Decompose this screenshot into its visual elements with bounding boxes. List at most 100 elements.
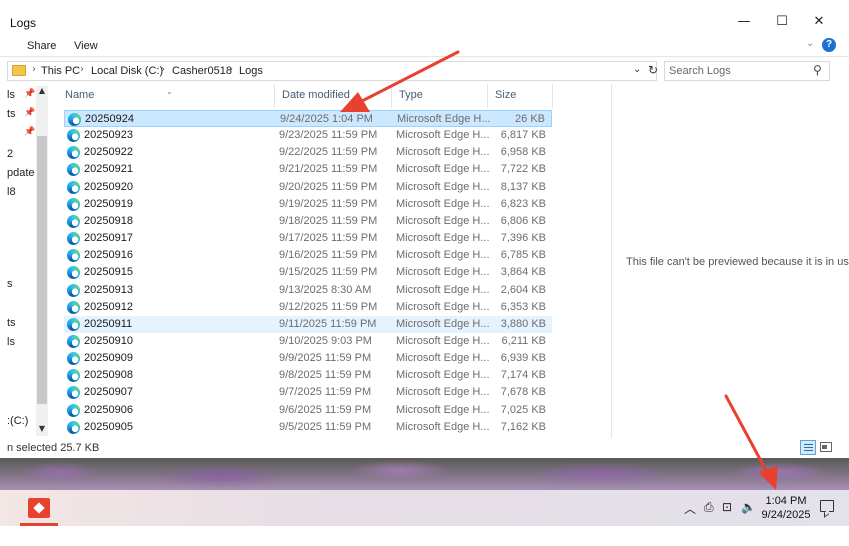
file-name: 20250918 [84, 214, 133, 227]
file-date-modified: 9/5/2025 11:59 PM [279, 420, 372, 433]
file-type: Microsoft Edge H... [396, 197, 490, 210]
scroll-up-icon[interactable]: ▲ [36, 86, 48, 98]
file-date-modified: 9/22/2025 11:59 PM [279, 146, 378, 159]
breadcrumb-this-pc[interactable]: This PC [41, 65, 80, 77]
file-type: Microsoft Edge H... [396, 146, 490, 159]
nav-item[interactable]: 2 [7, 148, 13, 160]
preview-message: This file can't be previewed because it … [626, 256, 849, 268]
file-row[interactable]: 20250917 9/17/2025 11:59 PM Microsoft Edge… [64, 230, 552, 247]
nav-item[interactable]: ls [7, 89, 15, 101]
nav-item[interactable]: s [7, 278, 13, 290]
tab-share[interactable]: Share [27, 40, 56, 52]
minimize-button[interactable]: — [729, 10, 759, 34]
file-name: 20250920 [84, 180, 133, 193]
chevron-right-icon[interactable]: › [161, 64, 165, 75]
chevron-right-icon[interactable]: › [32, 64, 36, 75]
chevron-up-icon[interactable]: ︿ [684, 500, 696, 517]
file-row[interactable]: 20250919 9/19/2025 11:59 PM Microsoft Edge… [64, 196, 552, 213]
maximize-button[interactable]: ☐ [767, 10, 797, 34]
search-box[interactable]: ⚲ [664, 61, 830, 81]
edge-html-icon [67, 266, 80, 280]
column-header-date[interactable]: Date modified [275, 84, 392, 108]
file-size: 7,174 KB [500, 369, 546, 382]
file-type: Microsoft Edge H... [396, 420, 490, 433]
file-type: Microsoft Edge H... [396, 163, 490, 176]
help-icon[interactable]: ? [822, 38, 836, 52]
details-view-icon[interactable] [800, 440, 816, 455]
file-row[interactable]: 20250910 9/10/2025 9:03 PM Microsoft Edge … [64, 333, 552, 350]
nav-item-local-disk[interactable]: :(C:) [7, 415, 28, 427]
file-date-modified: 9/9/2025 11:59 PM [279, 352, 372, 365]
network-icon[interactable]: ⊡ [722, 500, 732, 514]
file-date-modified: 9/21/2025 11:59 PM [279, 163, 378, 176]
search-input[interactable] [669, 64, 809, 78]
column-header-size[interactable]: Size [488, 84, 553, 108]
column-header-type[interactable]: Type [392, 84, 488, 108]
edge-html-icon [67, 180, 80, 194]
meet-now-icon[interactable]: ⎙ [704, 500, 714, 515]
refresh-icon[interactable]: ↻ [648, 63, 658, 77]
file-name: 20250922 [84, 146, 133, 159]
file-row[interactable]: 20250912 9/12/2025 11:59 PM Microsoft Edge… [64, 299, 552, 316]
file-type: Microsoft Edge H... [396, 266, 490, 279]
nav-item[interactable]: l8 [7, 186, 16, 198]
breadcrumb-local-disk[interactable]: Local Disk (C:) [91, 65, 163, 77]
edge-html-icon [67, 214, 80, 228]
breadcrumb-casher0518[interactable]: Casher0518 [172, 65, 232, 77]
app-icon[interactable] [28, 498, 50, 518]
chevron-right-icon[interactable]: › [229, 64, 233, 75]
file-date-modified: 9/11/2025 11:59 PM [279, 317, 377, 330]
file-size: 6,785 KB [500, 249, 546, 262]
file-date-modified: 9/7/2025 11:59 PM [279, 386, 372, 399]
file-row[interactable]: 20250911 9/11/2025 11:59 PM Microsoft Edge… [64, 315, 552, 333]
scroll-down-icon[interactable]: ▼ [36, 424, 48, 436]
edge-html-icon [67, 163, 80, 177]
file-date-modified: 9/6/2025 11:59 PM [279, 403, 372, 416]
ribbon: Share View ⌄ ? [0, 36, 849, 56]
file-row[interactable]: 20250908 9/8/2025 11:59 PM Microsoft Edge … [64, 367, 552, 384]
file-size: 6,817 KB [500, 129, 546, 142]
volume-icon[interactable]: 🔈 [741, 500, 756, 514]
large-icons-view-icon[interactable] [820, 442, 832, 452]
file-row[interactable]: 20250915 9/15/2025 11:59 PM Microsoft Edge… [64, 264, 552, 281]
notification-icon[interactable] [820, 500, 834, 512]
nav-item[interactable]: ls [7, 336, 15, 348]
file-row[interactable]: 20250923 9/23/2025 11:59 PM Microsoft Edge… [64, 127, 552, 144]
taskbar-clock[interactable]: 1:04 PM 9/24/2025 [758, 494, 814, 522]
close-button[interactable]: ✕ [804, 10, 834, 34]
file-row[interactable]: 20250918 9/18/2025 11:59 PM Microsoft Edge… [64, 213, 552, 230]
edge-html-icon [67, 420, 80, 434]
address-bar[interactable]: › This PC › Local Disk (C:) › Casher0518… [7, 61, 658, 81]
file-date-modified: 9/10/2025 9:03 PM [279, 334, 372, 347]
file-size: 3,880 KB [500, 317, 546, 330]
file-row[interactable]: 20250906 9/6/2025 11:59 PM Microsoft Edge … [64, 402, 552, 419]
chevron-down-icon[interactable]: ⌄ [633, 64, 641, 75]
search-icon[interactable]: ⚲ [813, 63, 822, 77]
file-type: Microsoft Edge H... [396, 129, 490, 142]
file-row[interactable]: 20250905 9/5/2025 11:59 PM Microsoft Edge … [64, 419, 552, 436]
file-row[interactable]: 20250922 9/22/2025 11:59 PM Microsoft Edge… [64, 144, 552, 161]
file-row[interactable]: 20250921 9/21/2025 11:59 PM Microsoft Edge… [64, 161, 552, 178]
column-header-name[interactable]: Name ⌄ [58, 84, 275, 108]
file-row[interactable]: 20250924 9/24/2025 1:04 PM Microsoft Edge … [64, 110, 552, 127]
file-row[interactable]: 20250907 9/7/2025 11:59 PM Microsoft Edge … [64, 384, 552, 401]
chevron-right-icon[interactable]: › [80, 64, 84, 75]
nav-scrollbar[interactable]: ▲ ▼ [36, 86, 48, 436]
file-date-modified: 9/23/2025 11:59 PM [279, 129, 378, 142]
tab-view[interactable]: View [74, 40, 98, 52]
file-name: 20250919 [84, 197, 133, 210]
status-bar: n selected 25.7 KB [0, 438, 849, 458]
scrollbar-thumb[interactable] [37, 136, 47, 404]
file-size: 7,722 KB [500, 163, 546, 176]
breadcrumb-logs[interactable]: Logs [239, 65, 263, 77]
nav-item[interactable]: ts [7, 108, 16, 120]
nav-item[interactable]: ts [7, 317, 16, 329]
file-row[interactable]: 20250913 9/13/2025 8:30 AM Microsoft Edge … [64, 282, 552, 299]
file-row[interactable]: 20250909 9/9/2025 11:59 PM Microsoft Edge … [64, 350, 552, 367]
file-list: Name ⌄ Date modified Type Size 20250924 9… [58, 84, 610, 438]
file-row[interactable]: 20250916 9/16/2025 11:59 PM Microsoft Edge… [64, 247, 552, 264]
file-size: 6,211 KB [501, 334, 546, 347]
chevron-down-icon[interactable]: ⌄ [806, 38, 814, 49]
file-size: 26 KB [515, 113, 545, 125]
file-row[interactable]: 20250920 9/20/2025 11:59 PM Microsoft Edge… [64, 179, 552, 196]
